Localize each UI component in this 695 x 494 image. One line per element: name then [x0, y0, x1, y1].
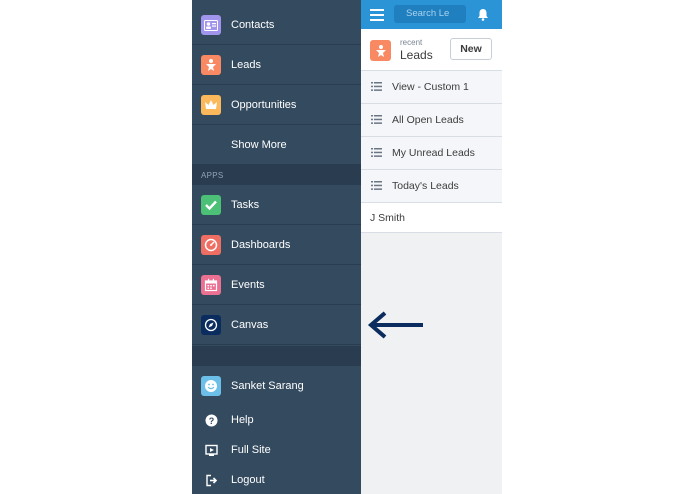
sidebar-item-label: Tasks: [231, 199, 260, 211]
list-icon: [371, 111, 382, 129]
user-name: Sanket Sarang: [231, 379, 304, 392]
full-site-icon: [204, 443, 218, 457]
list-icon: [371, 78, 382, 96]
sidebar-item-canvas[interactable]: Canvas: [192, 306, 361, 345]
sidebar-item-full-site[interactable]: Full Site: [192, 436, 361, 464]
compass-icon: [201, 315, 221, 335]
sidebar-item-label: Canvas: [231, 319, 269, 331]
sidebar-item-label: Help: [231, 414, 254, 426]
list-view-label: All Open Leads: [392, 114, 464, 126]
sidebar-divider: [192, 346, 361, 366]
sidebar-item-dashboards[interactable]: Dashboards: [192, 226, 361, 265]
crown-icon: [201, 95, 221, 115]
sidebar-item-label: Events: [231, 279, 265, 291]
logout-icon: [204, 473, 218, 487]
list-view-label: My Unread Leads: [392, 147, 475, 159]
recent-record-item[interactable]: J Smith: [361, 203, 502, 233]
list-icon: [371, 144, 382, 162]
list-icon: [371, 177, 382, 195]
sidebar-item-leads[interactable]: Leads: [192, 46, 361, 85]
list-view-label: View - Custom 1: [392, 81, 469, 93]
new-button[interactable]: New: [450, 38, 492, 60]
mobile-app: Contacts Leads Opportunities Show More A…: [192, 0, 502, 494]
list-view-item[interactable]: View - Custom 1: [361, 71, 502, 104]
sidebar-item-contacts[interactable]: Contacts: [192, 6, 361, 45]
top-bar: Search Le: [361, 0, 502, 29]
sidebar-item-tasks[interactable]: Tasks: [192, 186, 361, 225]
object-header: recent Leads New: [361, 29, 502, 71]
list-view-item[interactable]: All Open Leads: [361, 104, 502, 137]
help-icon: ?: [204, 413, 218, 427]
record-name: J Smith: [370, 211, 406, 224]
sidebar-item-opportunities[interactable]: Opportunities: [192, 86, 361, 125]
list-view-item[interactable]: Today's Leads: [361, 170, 502, 203]
sidebar-item-logout[interactable]: Logout: [192, 466, 361, 494]
contact-card-icon: [201, 15, 221, 35]
smiley-avatar-icon: [201, 375, 221, 396]
list-view-label: Today's Leads: [392, 180, 459, 192]
sidebar-item-label: Opportunities: [231, 99, 297, 111]
svg-text:?: ?: [208, 415, 214, 425]
navigation-sidebar: Contacts Leads Opportunities Show More A…: [192, 0, 361, 494]
sidebar-item-show-more[interactable]: Show More: [192, 126, 361, 165]
header-overline: recent: [400, 38, 423, 47]
list-view-item[interactable]: My Unread Leads: [361, 137, 502, 170]
sidebar-item-label: Contacts: [231, 19, 275, 31]
hamburger-menu-icon[interactable]: [370, 8, 384, 21]
leads-object-icon: [370, 40, 391, 61]
apps-section-header: APPS: [192, 165, 361, 185]
sidebar-item-label: Logout: [231, 474, 265, 486]
sidebar-item-label: Dashboards: [231, 239, 291, 251]
checkmark-icon: [201, 195, 221, 215]
annotation-arrow-icon: [367, 311, 423, 339]
sidebar-item-events[interactable]: Events: [192, 266, 361, 305]
sidebar-item-help[interactable]: ? Help: [192, 406, 361, 434]
sidebar-item-label: Full Site: [231, 444, 271, 456]
gauge-icon: [201, 235, 221, 255]
search-input[interactable]: Search Le: [394, 5, 466, 23]
sidebar-item-label: Leads: [231, 59, 261, 71]
calendar-icon: [201, 275, 221, 295]
main-panel: Search Le recent Leads New View - Custom…: [361, 0, 502, 494]
notification-bell-icon[interactable]: [477, 8, 489, 21]
page-title: Leads: [400, 48, 433, 62]
sidebar-item-label: Show More: [231, 139, 287, 151]
sidebar-user-profile[interactable]: Sanket Sarang: [192, 366, 361, 405]
lead-star-icon: [201, 55, 221, 75]
